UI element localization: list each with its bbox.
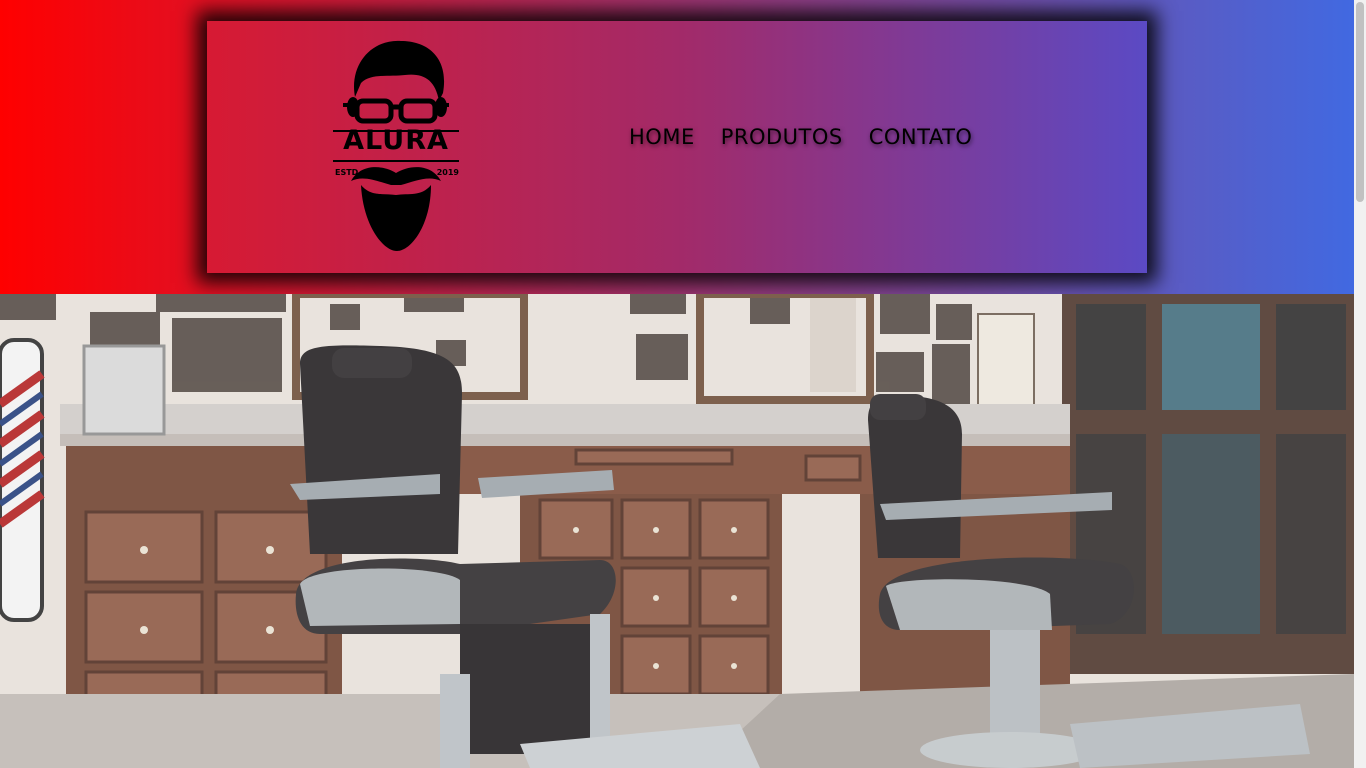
nav-home-link[interactable]: HOME [629, 125, 695, 149]
nav-produtos-link[interactable]: PRODUTOS [721, 125, 843, 149]
nav-contato-link[interactable]: CONTATO [869, 125, 973, 149]
site-header: ALURA ESTD 2019 HOME PRODUTOS CONTATO [0, 0, 1354, 294]
hero-banner [0, 294, 1354, 768]
barbershop-interior-photo [0, 294, 1354, 768]
logo-wordmark: ALURA [343, 125, 449, 156]
header-panel: ALURA ESTD 2019 HOME PRODUTOS CONTATO [207, 21, 1147, 273]
scrollbar-thumb[interactable] [1356, 2, 1364, 202]
logo-estd-label: ESTD [335, 168, 359, 177]
logo[interactable]: ALURA ESTD 2019 [331, 35, 461, 255]
page-viewport: ALURA ESTD 2019 HOME PRODUTOS CONTATO [0, 0, 1354, 768]
logo-year: 2019 [436, 168, 459, 177]
main-nav: HOME PRODUTOS CONTATO [629, 125, 972, 149]
